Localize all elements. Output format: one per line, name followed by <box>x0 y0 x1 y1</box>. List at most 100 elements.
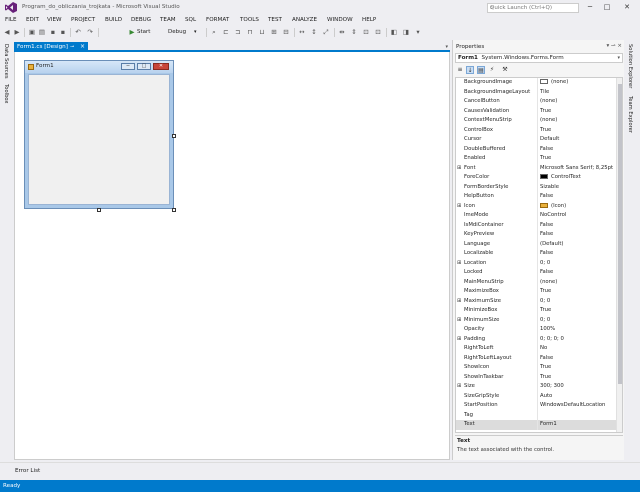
property-pages-icon[interactable]: ⚒ <box>501 66 509 74</box>
property-value[interactable]: Auto <box>540 392 622 402</box>
property-value[interactable]: True <box>540 287 622 297</box>
property-value[interactable]: ControlText <box>540 173 622 183</box>
property-value[interactable]: Form1 <box>540 420 622 430</box>
property-row[interactable]: Localizable False <box>456 249 622 259</box>
forward-icon[interactable]: ▶ <box>13 28 21 37</box>
horizontal-spacing-icon[interactable]: ⇹ <box>338 28 346 37</box>
property-row[interactable]: ContextMenuStrip (none) <box>456 116 622 126</box>
save-icon[interactable]: ▪ <box>49 28 57 37</box>
property-row[interactable]: ShowIcon True <box>456 363 622 373</box>
property-value[interactable]: (none) <box>540 278 622 288</box>
property-value[interactable]: True <box>540 107 622 117</box>
property-value[interactable]: True <box>540 126 622 136</box>
chevron-down-icon[interactable]: ▾ <box>607 43 610 49</box>
menu-project[interactable]: PROJECT <box>71 17 95 23</box>
property-value[interactable]: False <box>540 230 622 240</box>
object-selector-dropdown[interactable]: Form1 System.Windows.Forms.Form ▾ <box>455 53 623 63</box>
expand-icon[interactable]: ⊞ <box>457 335 463 345</box>
expand-icon[interactable]: ⊞ <box>457 259 463 269</box>
property-value[interactable]: True <box>540 363 622 373</box>
maximize-button[interactable]: □ <box>600 2 614 13</box>
menu-sql[interactable]: SQL <box>185 17 196 23</box>
property-row[interactable]: MinimizeBox True <box>456 306 622 316</box>
property-row[interactable]: Enabled True <box>456 154 622 164</box>
menu-test[interactable]: TEST <box>268 17 282 23</box>
property-value[interactable]: Sizable <box>540 183 622 193</box>
property-row[interactable]: ⊞ Size 300; 300 <box>456 382 622 392</box>
menu-build[interactable]: BUILD <box>105 17 122 23</box>
team-explorer-tab[interactable]: Team Explorer <box>627 96 633 133</box>
make-same-size-icon[interactable]: ⤢ <box>322 28 330 37</box>
data-sources-tab[interactable]: Data Sources <box>3 44 9 79</box>
property-row[interactable]: ⊞ Icon (Icon) <box>456 201 622 212</box>
property-row[interactable]: BackgroundImage (none) <box>456 78 622 88</box>
open-file-icon[interactable]: ▤ <box>38 28 46 37</box>
resize-handle-right[interactable] <box>172 134 176 138</box>
align-top-icon[interactable]: ⊔ <box>258 28 266 37</box>
property-row[interactable]: RightToLeftLayout False <box>456 353 622 363</box>
pin-icon[interactable]: ⊸ <box>611 43 616 49</box>
center-vertically-icon[interactable]: ⊡ <box>374 28 382 37</box>
property-row[interactable]: BackgroundImageLayout Tile <box>456 87 622 98</box>
error-list-tab[interactable]: Error List <box>15 468 40 474</box>
expand-icon[interactable]: ⊞ <box>457 297 463 307</box>
property-value[interactable]: 0; 0 <box>540 259 622 269</box>
property-row[interactable]: ShowInTaskbar True <box>456 372 622 383</box>
menu-analyze[interactable]: ANALYZE <box>292 17 317 23</box>
menu-edit[interactable]: EDIT <box>26 17 39 23</box>
expand-icon[interactable]: ⊞ <box>457 202 463 212</box>
property-row[interactable]: Opacity 100% <box>456 325 622 335</box>
property-value[interactable]: (none) <box>540 78 622 88</box>
property-row[interactable]: ⊞ Font Microsoft Sans Serif; 8,25pt <box>456 163 622 174</box>
resize-handle-corner[interactable] <box>172 208 176 212</box>
property-row[interactable]: StartPosition WindowsDefaultLocation <box>456 401 622 411</box>
property-row[interactable]: RightToLeft No <box>456 344 622 354</box>
expand-icon[interactable]: ⊞ <box>457 316 463 326</box>
property-value[interactable]: False <box>540 145 622 155</box>
property-row[interactable]: ⊞ MinimumSize 0; 0 <box>456 315 622 326</box>
menu-debug[interactable]: DEBUG <box>131 17 151 23</box>
property-value[interactable]: WindowsDefaultLocation <box>540 401 622 411</box>
solution-configuration-dropdown[interactable]: Debug ▾ <box>168 28 202 37</box>
resize-handle-bottom[interactable] <box>97 208 101 212</box>
property-value[interactable]: 0; 0 <box>540 297 622 307</box>
menu-format[interactable]: FORMAT <box>206 17 229 23</box>
menu-file[interactable]: FILE <box>5 17 17 23</box>
property-row[interactable]: Locked False <box>456 268 622 278</box>
property-row[interactable]: Tag <box>456 410 622 420</box>
property-value[interactable]: True <box>540 154 622 164</box>
scrollbar-thumb[interactable] <box>618 84 622 384</box>
property-row[interactable]: ImeMode NoControl <box>456 211 622 221</box>
property-value[interactable]: True <box>540 306 622 316</box>
property-row[interactable]: SizeGripStyle Auto <box>456 391 622 402</box>
align-middle-icon[interactable]: ⊞ <box>270 28 278 37</box>
align-left-icon[interactable]: ⊏ <box>222 28 230 37</box>
property-row[interactable]: Text Form1 <box>456 420 622 430</box>
property-value[interactable]: 0; 0; 0; 0 <box>540 335 622 345</box>
property-row[interactable]: HelpButton False <box>456 192 622 202</box>
menu-view[interactable]: VIEW <box>47 17 62 23</box>
property-value[interactable]: True <box>540 373 622 383</box>
back-icon[interactable]: ◀ <box>3 28 11 37</box>
undo-icon[interactable]: ↶ <box>74 28 82 37</box>
property-row[interactable]: IsMdiContainer False <box>456 220 622 231</box>
property-value[interactable]: Default <box>540 135 622 145</box>
align-right-icon[interactable]: ⊓ <box>246 28 254 37</box>
property-row[interactable]: Language (Default) <box>456 239 622 249</box>
property-value[interactable]: Tile <box>540 88 622 98</box>
make-same-width-icon[interactable]: ↔ <box>298 28 306 37</box>
quick-launch-input[interactable]: Quick Launch (Ctrl+Q) ⌕ <box>487 3 579 13</box>
property-value[interactable]: 100% <box>540 325 622 335</box>
property-row[interactable]: ForeColor ControlText <box>456 173 622 183</box>
property-value[interactable]: No <box>540 344 622 354</box>
property-row[interactable]: ⊞ MaximumSize 0; 0 <box>456 296 622 307</box>
toolbox-tab[interactable]: Toolbox <box>3 84 9 103</box>
form-designer-surface[interactable]: Form1 ─ □ ✕ <box>14 52 450 460</box>
property-value[interactable]: False <box>540 221 622 231</box>
close-icon[interactable]: × <box>80 42 85 52</box>
property-value[interactable]: Microsoft Sans Serif; 8,25pt <box>540 164 622 174</box>
new-project-icon[interactable]: ▣ <box>28 28 36 37</box>
property-value[interactable]: False <box>540 268 622 278</box>
menu-tools[interactable]: TOOLS <box>240 17 259 23</box>
alphabetical-icon[interactable]: ↓ <box>466 66 474 74</box>
